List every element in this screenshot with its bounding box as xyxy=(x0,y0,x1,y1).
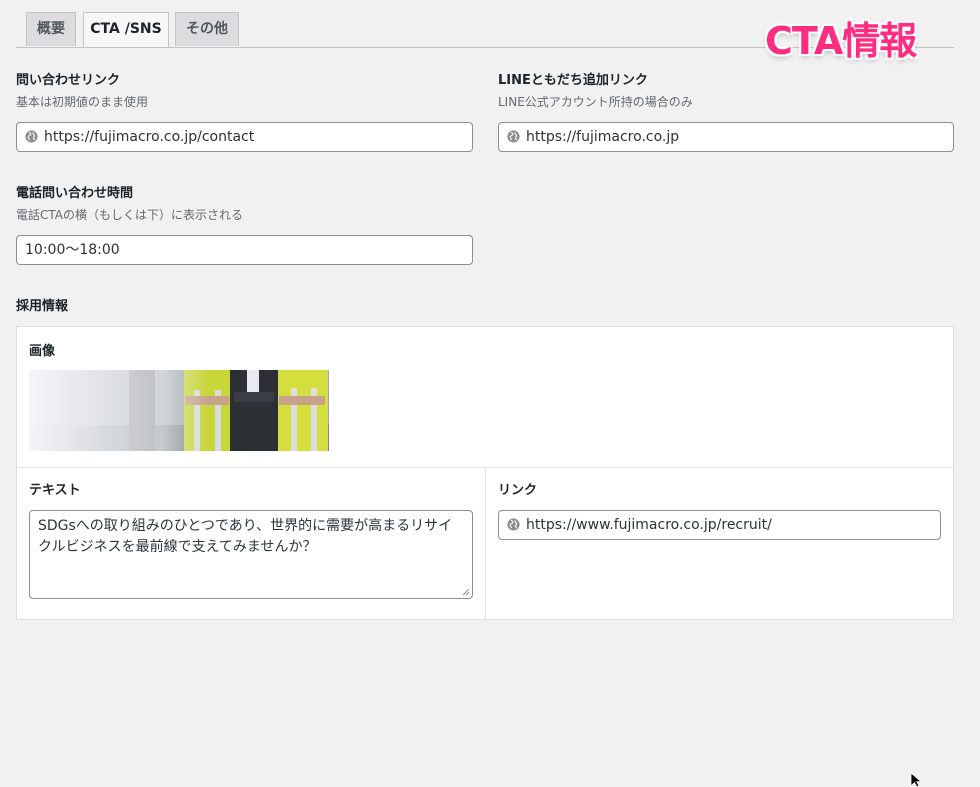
tab-overview[interactable]: 概要 xyxy=(26,12,76,46)
section-stamp: CTA情報 xyxy=(765,19,917,63)
contact-link-label: 問い合わせリンク xyxy=(16,73,121,88)
recruit-link-label: リンク xyxy=(498,483,538,498)
recruit-text-textarea[interactable]: SDGsへの取り組みのひとつであり、世界的に需要が高まるリサイクルビジネスを最前… xyxy=(29,510,473,599)
tab-other[interactable]: その他 xyxy=(175,12,239,46)
recruit-link-input[interactable]: https://www.fujimacro.co.jp/recruit/ xyxy=(498,510,941,540)
mouse-cursor-icon xyxy=(910,773,923,787)
recruit-image-label: 画像 xyxy=(29,344,56,359)
recruit-link-value: https://www.fujimacro.co.jp/recruit/ xyxy=(526,517,772,533)
column-divider xyxy=(485,467,486,619)
recruit-section-label: 採用情報 xyxy=(16,299,69,314)
globe-icon xyxy=(25,130,38,143)
recruit-text-label: テキスト xyxy=(29,483,81,498)
phone-hours-value: 10:00〜18:00 xyxy=(25,242,120,258)
contact-link-description: 基本は初期値のまま使用 xyxy=(16,95,149,109)
recruit-photo-illustration xyxy=(29,370,329,451)
recruit-group: 画像 テキスト SDGsへの取り組みのひとつであり、世界的に需要が高まるリサイク… xyxy=(16,326,954,620)
recruit-image[interactable] xyxy=(29,370,329,451)
line-link-value: https://fujimacro.co.jp xyxy=(526,129,680,145)
globe-icon xyxy=(507,130,520,143)
line-link-description: LINE公式アカウント所持の場合のみ xyxy=(498,95,693,109)
phone-hours-description: 電話CTAの横（もしくは下）に表示される xyxy=(16,208,243,222)
phone-hours-label: 電話問い合わせ時間 xyxy=(16,186,134,201)
line-link-input[interactable]: https://fujimacro.co.jp xyxy=(498,122,954,152)
line-link-label: LINEともだち追加リンク xyxy=(498,73,648,88)
tab-cta-sns[interactable]: CTA /SNS xyxy=(83,12,169,47)
globe-icon xyxy=(507,518,520,531)
recruit-text-value: SDGsへの取り組みのひとつであり、世界的に需要が高まるリサイクルビジネスを最前… xyxy=(38,518,453,555)
contact-link-value: https://fujimacro.co.jp/contact xyxy=(44,129,255,145)
resize-handle-icon[interactable] xyxy=(462,588,470,596)
phone-hours-input[interactable]: 10:00〜18:00 xyxy=(16,235,473,265)
contact-link-input[interactable]: https://fujimacro.co.jp/contact xyxy=(16,122,473,152)
